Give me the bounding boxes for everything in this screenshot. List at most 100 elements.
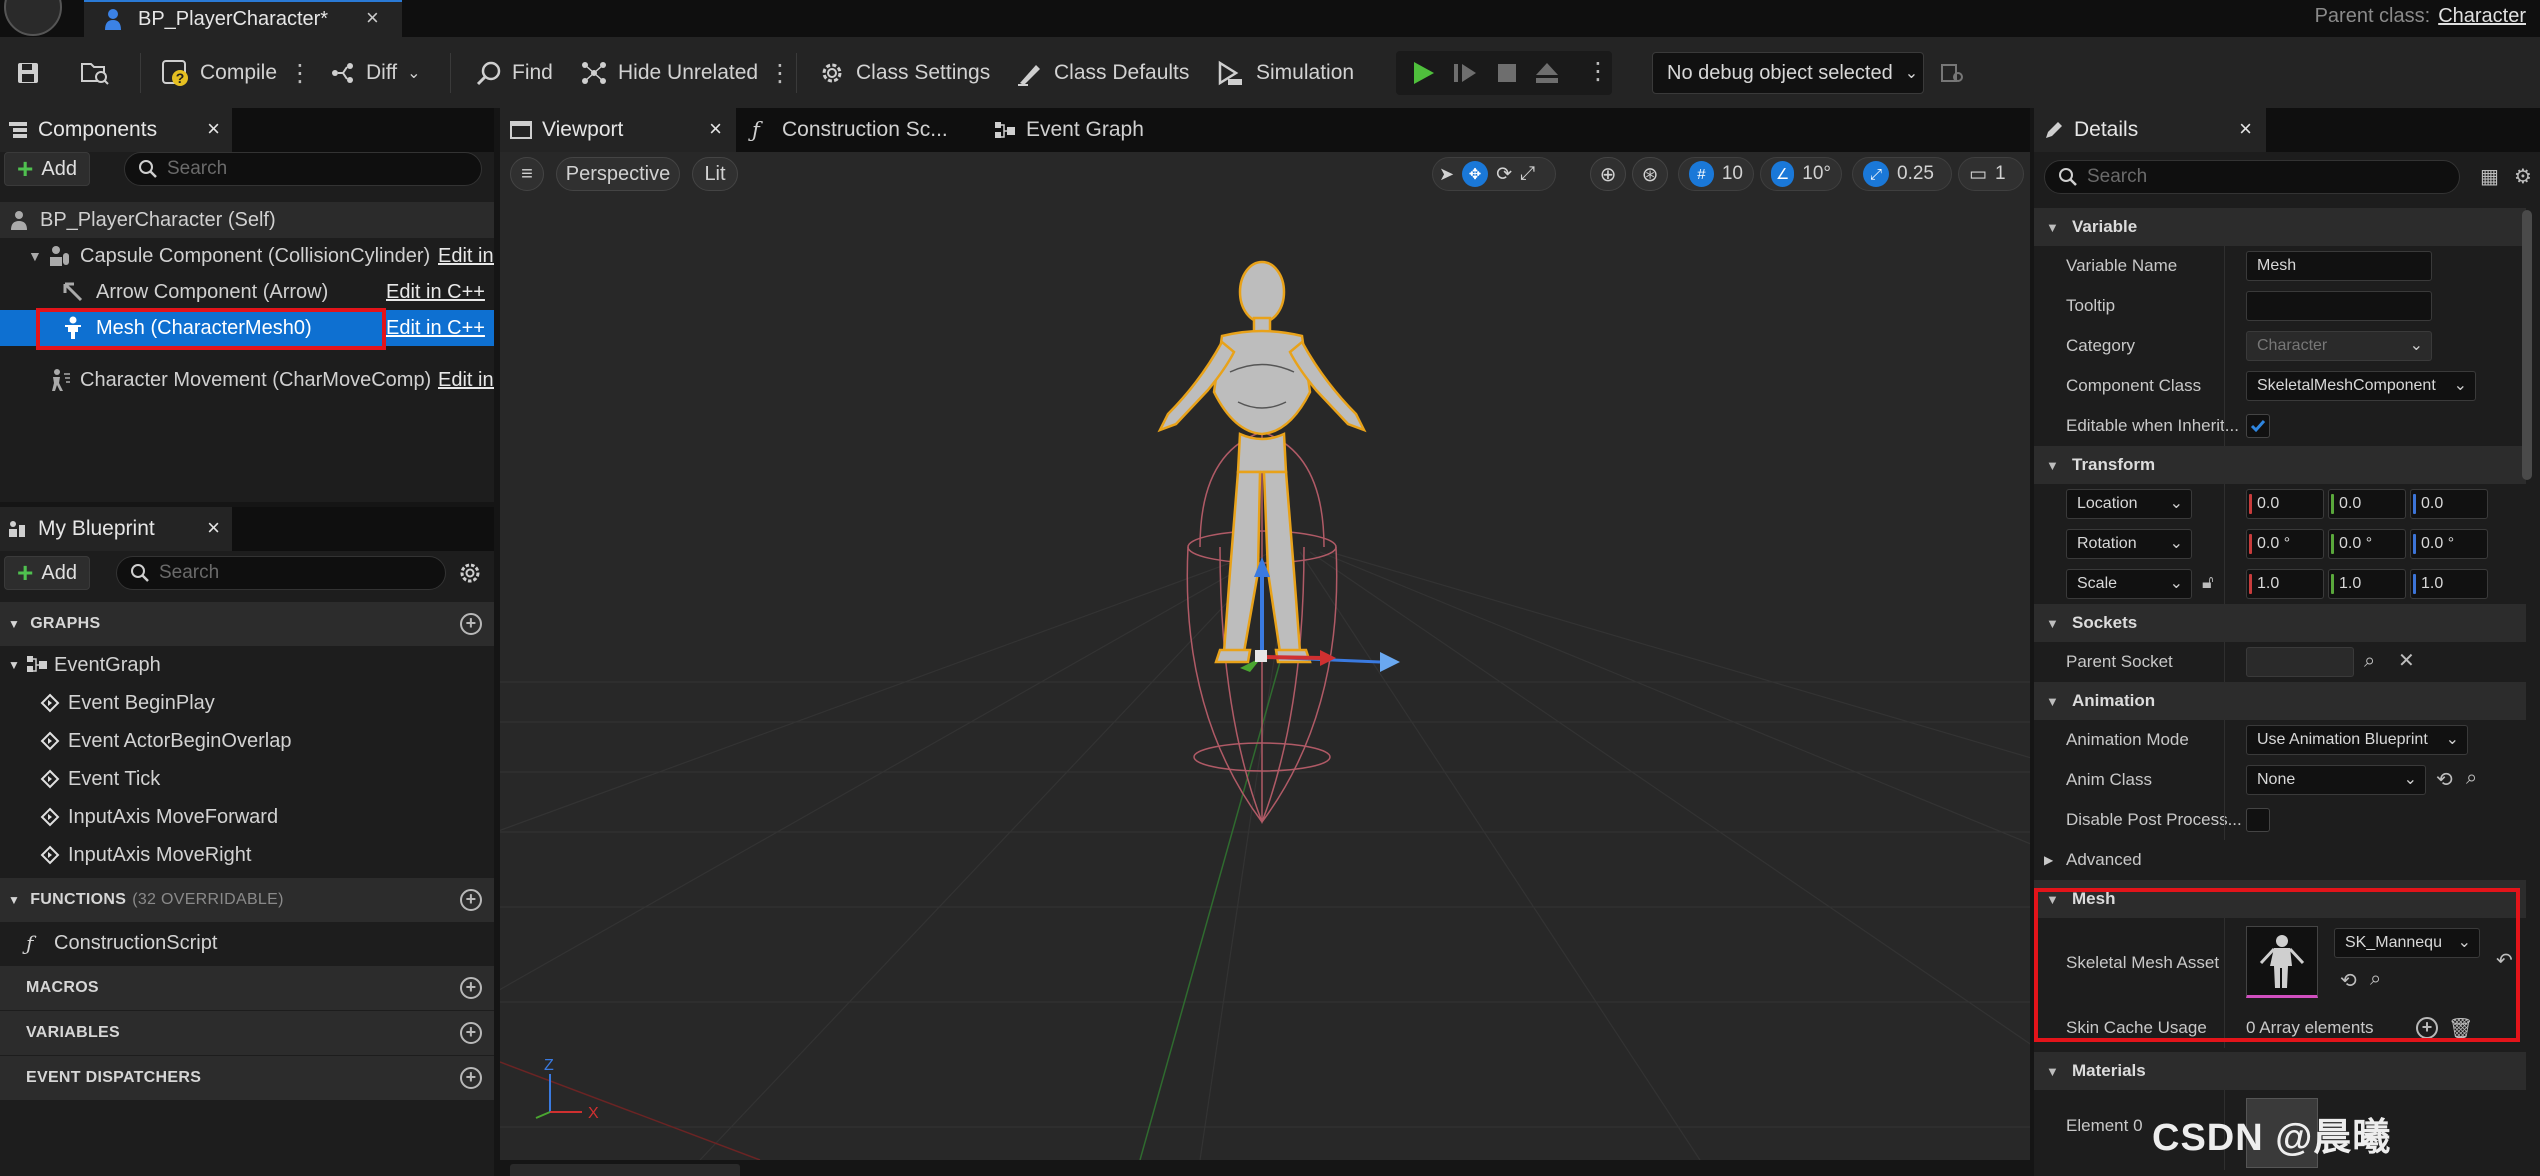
gear-icon[interactable] (458, 561, 482, 585)
use-selected-icon[interactable]: ⟲ (2436, 767, 2453, 792)
rotation-x-field[interactable]: 0.0 ° (2246, 529, 2324, 559)
event-item[interactable]: Event Tick (0, 760, 494, 798)
event-item[interactable]: InputAxis MoveForward (0, 798, 494, 836)
clear-icon[interactable]: ✕ (2398, 648, 2415, 673)
scale-mode-select[interactable]: Scale ⌄ (2066, 569, 2192, 599)
section-animation[interactable]: ▼ Animation (2034, 682, 2526, 720)
function-item[interactable]: ƒ ConstructionScript (0, 924, 494, 962)
advance-frame-icon[interactable] (1452, 62, 1478, 84)
add-graph-icon[interactable]: + (460, 613, 482, 635)
play-options-icon[interactable]: ⋮ (1586, 57, 1610, 86)
scale-snap[interactable]: ⤢ 0.25 (1852, 157, 1952, 191)
skeletal-mesh-select[interactable]: SK_Mannequ ⌄ (2334, 928, 2480, 958)
close-icon[interactable]: × (709, 116, 722, 142)
add-element-icon[interactable]: + (2416, 1017, 2438, 1039)
details-search-input[interactable]: Search (2044, 160, 2460, 194)
eject-icon[interactable] (1534, 61, 1560, 85)
parent-socket-field[interactable] (2246, 647, 2354, 677)
location-y-field[interactable]: 0.0 (2328, 489, 2406, 519)
simulation-button[interactable]: Simulation (1216, 37, 1354, 108)
surface-snap-toggle[interactable]: ⊛ (1632, 157, 1668, 191)
reset-to-default-icon[interactable]: ↶ (2496, 948, 2513, 973)
scale-z-field[interactable]: 1.0 (2410, 569, 2488, 599)
browse-socket-icon[interactable]: ⌕ (2364, 650, 2375, 673)
components-search-input[interactable]: Search (124, 152, 482, 186)
parent-class-link[interactable]: Character (2438, 5, 2526, 27)
close-icon[interactable]: × (366, 5, 379, 31)
perspective-button[interactable]: Perspective (556, 157, 680, 191)
location-z-field[interactable]: 0.0 (2410, 489, 2488, 519)
scale-icon[interactable]: ⤢ (1520, 163, 1535, 185)
compile-button[interactable]: ? Compile (160, 37, 277, 108)
component-class-select[interactable]: SkeletalMeshComponent ⌄ (2246, 371, 2476, 401)
editable-inherited-checkbox[interactable] (2246, 414, 2270, 438)
bottom-tab[interactable] (510, 1164, 740, 1176)
class-settings-button[interactable]: Class Settings (818, 37, 990, 108)
find-button[interactable]: Find (476, 37, 553, 108)
browse-asset-icon[interactable]: ⌕ (2370, 968, 2381, 991)
unreal-logo-icon[interactable] (4, 0, 62, 36)
lit-button[interactable]: Lit (692, 157, 738, 191)
viewport-menu-button[interactable]: ≡ (510, 157, 544, 191)
diff-button[interactable]: Diff ⌄ (330, 37, 421, 108)
advanced-row[interactable]: ▶ Advanced (2034, 840, 2526, 880)
animation-mode-select[interactable]: Use Animation Blueprint ⌄ (2246, 725, 2468, 755)
rotation-z-field[interactable]: 0.0 ° (2410, 529, 2488, 559)
component-item-capsule[interactable]: ▼ Capsule Component (CollisionCylinder) … (0, 238, 494, 274)
rotation-snap[interactable]: ∠ 10° (1760, 157, 1842, 191)
tab-details[interactable]: Details × (2034, 108, 2266, 152)
grid-snap[interactable]: # 10 (1678, 157, 1754, 191)
find-options-icon[interactable]: ⋮ (768, 59, 792, 88)
add-member-button[interactable]: + Add (4, 556, 90, 590)
section-sockets[interactable]: ▼ Sockets (2034, 604, 2526, 642)
tab-construction-script[interactable]: ƒ Construction Sc... (738, 108, 978, 152)
edit-in-cpp-link[interactable]: Edit in C++ (438, 245, 494, 268)
scale-x-field[interactable]: 1.0 (2246, 569, 2324, 599)
component-item-self[interactable]: BP_PlayerCharacter (Self) (0, 202, 494, 238)
category-select[interactable]: Character ⌄ (2246, 331, 2432, 361)
component-item-arrow[interactable]: Arrow Component (Arrow) Edit in C++ (0, 274, 494, 310)
camera-speed[interactable]: ▭ 1 (1958, 157, 2024, 191)
expand-arrow-icon[interactable]: ▼ (28, 248, 42, 264)
my-blueprint-search-input[interactable]: Search (116, 556, 446, 590)
section-materials[interactable]: ▼ Materials (2034, 1052, 2526, 1090)
rotate-icon[interactable]: ⟳ (1496, 163, 1512, 186)
select-cursor-icon[interactable]: ➤ (1439, 164, 1454, 185)
tab-my-blueprint[interactable]: My Blueprint × (0, 507, 232, 551)
world-local-toggle[interactable]: ⊕ (1590, 157, 1626, 191)
add-macro-icon[interactable]: + (460, 977, 482, 999)
debug-object-select[interactable]: No debug object selected ⌄ (1652, 52, 1924, 94)
play-icon[interactable] (1410, 60, 1436, 86)
viewport[interactable]: X Z ≡ Perspective Lit ➤ ✥ ⟳ ⤢ ⊕ ⊛ # 10 ∠… (500, 152, 2030, 1160)
functions-header[interactable]: ▼ FUNCTIONS (32 OVERRIDABLE) + (0, 878, 494, 922)
edit-in-cpp-link[interactable]: Edit in C++ (386, 281, 494, 304)
section-transform[interactable]: ▼ Transform (2034, 446, 2526, 484)
component-item-movement[interactable]: Character Movement (CharMoveComp) Edit i… (0, 362, 494, 398)
table-view-icon[interactable]: ▦ (2480, 164, 2499, 189)
section-variable[interactable]: ▼ Variable (2034, 208, 2526, 246)
variables-header[interactable]: VARIABLES + (0, 1011, 494, 1055)
variable-name-field[interactable]: Mesh (2246, 251, 2432, 281)
browse-asset-icon[interactable]: ⌕ (2466, 767, 2477, 790)
location-x-field[interactable]: 0.0 (2246, 489, 2324, 519)
event-item[interactable]: InputAxis MoveRight (0, 836, 494, 874)
mesh-thumbnail[interactable] (2246, 926, 2318, 998)
browse-button[interactable] (80, 37, 110, 108)
stop-icon[interactable] (1496, 62, 1518, 84)
add-variable-icon[interactable]: + (460, 1022, 482, 1044)
tab-viewport[interactable]: Viewport × (500, 108, 736, 152)
details-scrollbar[interactable] (2522, 210, 2532, 480)
location-mode-select[interactable]: Location ⌄ (2066, 489, 2192, 519)
close-icon[interactable]: × (207, 515, 220, 541)
edit-in-cpp-link[interactable]: Edit in C++ (438, 369, 494, 392)
event-dispatchers-header[interactable]: EVENT DISPATCHERS + (0, 1056, 494, 1100)
event-item[interactable]: Event ActorBeginOverlap (0, 722, 494, 760)
add-component-button[interactable]: + Add (4, 152, 90, 186)
close-icon[interactable]: × (207, 116, 220, 142)
graphs-header[interactable]: ▼ GRAPHS + (0, 602, 494, 646)
lock-icon[interactable]: 🔓︎ (2202, 572, 2214, 593)
trash-icon[interactable]: 🗑︎ (2448, 1016, 2473, 1041)
event-graph-item[interactable]: ▼ EventGraph (0, 646, 494, 684)
scale-y-field[interactable]: 1.0 (2328, 569, 2406, 599)
tab-event-graph[interactable]: Event Graph (990, 108, 1190, 152)
